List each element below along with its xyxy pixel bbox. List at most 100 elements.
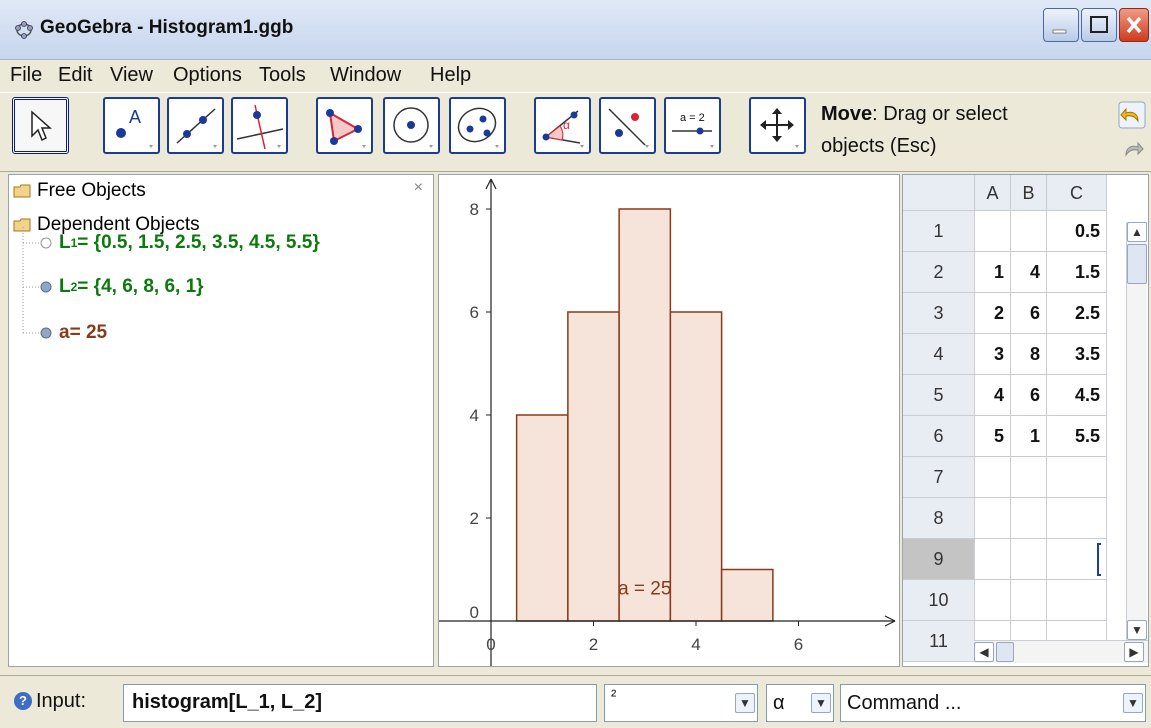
algebra-item-L2[interactable]: L2 = {4, 6, 8, 6, 1} [39,273,204,301]
scroll-left-icon[interactable]: ◀ [974,642,994,662]
spreadsheet-cell[interactable] [1011,498,1047,539]
spreadsheet-cell[interactable] [1011,211,1047,252]
spreadsheet-cell[interactable] [975,498,1011,539]
spreadsheet-cell[interactable]: 5.5 [1047,416,1107,457]
line-tool[interactable] [167,97,224,154]
row-header[interactable]: 1 [903,211,975,252]
row-header[interactable]: 9 [903,539,975,580]
row-header[interactable]: 6 [903,416,975,457]
histogram-bar[interactable] [567,311,620,622]
angle-tool[interactable]: α [534,97,591,154]
spreadsheet-cell[interactable]: 3.5 [1047,334,1107,375]
spreadsheet-cell[interactable] [975,580,1011,621]
spreadsheet-cell[interactable] [975,539,1011,580]
histogram-bar[interactable] [618,208,672,622]
spreadsheet-cell[interactable]: 4.5 [1047,375,1107,416]
spreadsheet-cell[interactable]: 6 [1011,375,1047,416]
algebra-item-a[interactable]: a = 25 [39,319,107,347]
horizontal-scrollbar[interactable]: ◀ ▶ [974,640,1148,663]
move-view-tool[interactable] [749,97,806,154]
spreadsheet-cell[interactable]: 2 [975,293,1011,334]
input-field[interactable]: histogram[L_1, L_2] [123,684,597,722]
object-name: L [59,276,71,297]
spreadsheet-cell[interactable] [1011,539,1047,580]
spreadsheet-cell[interactable]: 4 [975,375,1011,416]
spreadsheet-cell[interactable]: 2.5 [1047,293,1107,334]
redo-icon[interactable] [1118,135,1146,163]
y-tick-label: 2 [470,509,479,528]
spreadsheet-cell[interactable] [1011,580,1047,621]
greek-combo[interactable]: α ▼ [766,684,834,722]
menu-help[interactable]: Help [430,64,471,87]
perpendicular-line-tool[interactable] [231,97,288,154]
row-header[interactable]: 2 [903,252,975,293]
menu-file[interactable]: File [10,64,42,87]
new-point-tool[interactable]: A [103,97,160,154]
spreadsheet-corner[interactable] [903,175,975,211]
menu-window[interactable]: Window [330,64,401,87]
column-header[interactable]: A [975,175,1011,211]
histogram-bar[interactable] [720,568,774,622]
algebra-item-L1[interactable]: L1 = {0.5, 1.5, 2.5, 3.5, 4.5, 5.5} [39,229,320,257]
spreadsheet-cell[interactable]: 8 [1011,334,1047,375]
column-header[interactable]: C [1047,175,1107,211]
spreadsheet-cell[interactable] [1047,580,1107,621]
row-header[interactable]: 5 [903,375,975,416]
spreadsheet-cell[interactable]: 1 [975,252,1011,293]
menu-edit[interactable]: Edit [58,64,92,87]
reflect-tool[interactable] [599,97,656,154]
spreadsheet-cell[interactable]: 1.5 [1047,252,1107,293]
spreadsheet-cell[interactable]: 6 [1011,293,1047,334]
row-header[interactable]: 10 [903,580,975,621]
row-header[interactable]: 4 [903,334,975,375]
slider-label[interactable]: a = 25 [618,578,671,599]
histogram-bar[interactable] [515,414,569,622]
menu-view[interactable]: View [110,64,153,87]
row-header[interactable]: 11 [903,621,975,662]
spreadsheet-cell[interactable] [1011,457,1047,498]
svg-text:α: α [563,118,570,132]
spreadsheet-cell[interactable]: 5 [975,416,1011,457]
spreadsheet-cell[interactable]: 4 [1011,252,1047,293]
close-button[interactable] [1119,8,1149,42]
row-header[interactable]: 8 [903,498,975,539]
scroll-up-icon[interactable]: ▲ [1127,222,1147,242]
chevron-down-icon[interactable]: ▼ [735,693,755,713]
y-tick-label: 0 [470,603,479,622]
histogram-bar[interactable] [669,311,723,622]
maximize-button[interactable] [1081,8,1117,42]
graphics-view[interactable]: 0 2 4 6 0 2 4 6 8 a = 25 [438,174,900,667]
spreadsheet-cell[interactable]: 0.5 [1047,211,1107,252]
scroll-right-icon[interactable]: ▶ [1124,642,1144,662]
slider-tool[interactable]: a = 2 [664,97,721,154]
spreadsheet-cell[interactable]: 1 [1011,416,1047,457]
scroll-thumb[interactable] [996,642,1014,662]
row-header[interactable]: 3 [903,293,975,334]
spreadsheet-cell[interactable] [975,211,1011,252]
scroll-down-icon[interactable]: ▼ [1127,620,1147,640]
move-tool[interactable] [12,97,69,154]
visible-object-icon [40,281,52,293]
row-header[interactable]: 7 [903,457,975,498]
chevron-down-icon[interactable]: ▼ [1123,693,1143,713]
column-header[interactable]: B [1011,175,1047,211]
histogram-chart[interactable]: 0 2 4 6 0 2 4 6 8 a = 25 [439,175,899,666]
spreadsheet-cell[interactable] [975,457,1011,498]
conic-tool[interactable] [449,97,506,154]
menu-options[interactable]: Options [173,64,242,87]
superscript-combo[interactable]: ² ▼ [604,684,758,722]
spreadsheet-cell[interactable] [1047,457,1107,498]
circle-tool[interactable] [383,97,440,154]
close-panel-icon[interactable]: × [414,179,423,197]
chevron-down-icon[interactable]: ▼ [811,693,831,713]
polygon-tool[interactable] [316,97,373,154]
undo-icon[interactable] [1118,101,1146,129]
scroll-thumb[interactable] [1127,244,1147,284]
vertical-scrollbar[interactable]: ▲ ▼ [1126,222,1147,642]
menu-tools[interactable]: Tools [259,64,306,87]
minimize-button[interactable] [1043,8,1079,42]
spreadsheet-cell[interactable] [1047,498,1107,539]
spreadsheet-cell[interactable]: 3 [975,334,1011,375]
help-icon[interactable]: ? [14,692,32,710]
command-combo[interactable]: Command ... ▼ [840,684,1146,722]
